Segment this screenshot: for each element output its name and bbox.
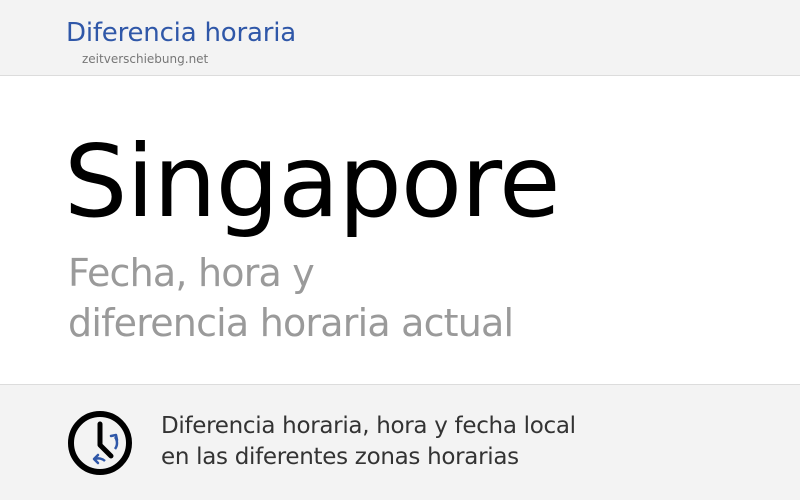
city-name: Singapore	[64, 123, 560, 240]
footer-line-1: Diferencia horaria, hora y fecha local	[161, 413, 576, 439]
footer-description: Diferencia horaria, hora y fecha local e…	[161, 411, 576, 473]
clock-icon	[68, 411, 132, 475]
page-subtitle: Fecha, hora y diferencia horaria actual	[68, 248, 514, 348]
site-domain: zeitverschiebung.net	[82, 52, 209, 66]
site-header: Diferencia horaria zeitverschiebung.net	[0, 0, 800, 76]
footer-line-2: en las diferentes zonas horarias	[161, 444, 519, 470]
hero-section: Singapore Fecha, hora y diferencia horar…	[0, 76, 800, 384]
subtitle-line-2: diferencia horaria actual	[68, 301, 514, 345]
page: Diferencia horaria zeitverschiebung.net …	[0, 0, 800, 500]
site-title[interactable]: Diferencia horaria	[66, 18, 296, 48]
subtitle-line-1: Fecha, hora y	[68, 251, 315, 295]
footer-banner: Diferencia horaria, hora y fecha local e…	[0, 384, 800, 500]
